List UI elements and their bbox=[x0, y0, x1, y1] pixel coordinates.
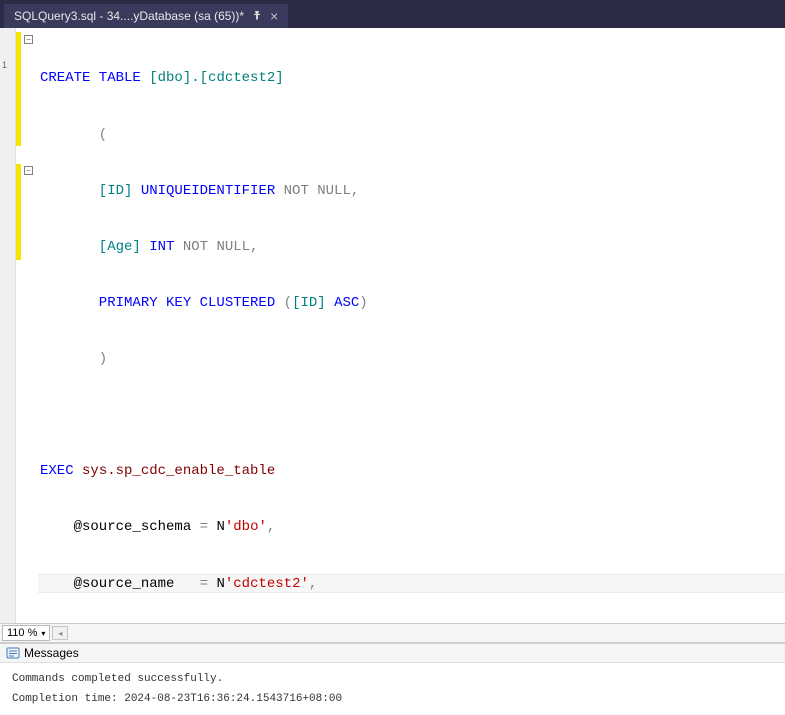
zoom-value: 110 % bbox=[7, 627, 37, 639]
fold-icon[interactable]: − bbox=[24, 35, 33, 44]
code-line-current: @source_name = N'cdctest2', bbox=[38, 574, 785, 593]
change-marker bbox=[16, 32, 21, 146]
code-pane[interactable]: CREATE TABLE [dbo].[cdctest2] ( [ID] UNI… bbox=[38, 28, 785, 631]
change-marker bbox=[16, 164, 21, 260]
tab-bar: SQLQuery3.sql - 34....yDatabase (sa (65)… bbox=[0, 0, 785, 28]
chevron-down-icon: ▾ bbox=[41, 629, 45, 638]
messages-body: Commands completed successfully. Complet… bbox=[0, 663, 785, 715]
code-line: EXEC sys.sp_cdc_enable_table bbox=[38, 462, 785, 481]
line-gutter: 1 bbox=[0, 28, 16, 631]
messages-icon bbox=[6, 646, 20, 660]
message-line: Completion time: 2024-08-23T16:36:24.154… bbox=[12, 689, 773, 709]
messages-tab[interactable]: Messages bbox=[0, 644, 785, 663]
messages-tab-label: Messages bbox=[24, 646, 79, 660]
code-line: CREATE TABLE [dbo].[cdctest2] bbox=[38, 69, 785, 88]
close-icon[interactable]: × bbox=[270, 9, 278, 23]
line-number: 1 bbox=[2, 60, 7, 70]
active-tab[interactable]: SQLQuery3.sql - 34....yDatabase (sa (65)… bbox=[4, 4, 288, 28]
scroll-left-icon[interactable]: ◂ bbox=[52, 626, 68, 640]
code-line: [Age] INT NOT NULL, bbox=[38, 238, 785, 257]
code-line: [ID] UNIQUEIDENTIFIER NOT NULL, bbox=[38, 182, 785, 201]
messages-panel: Messages Commands completed successfully… bbox=[0, 643, 785, 711]
zoom-selector[interactable]: 110 % ▾ bbox=[2, 625, 50, 641]
message-line: Commands completed successfully. bbox=[12, 669, 773, 689]
editor-footer-bar: 110 % ▾ ◂ bbox=[0, 623, 785, 643]
code-line: ( bbox=[38, 126, 785, 145]
code-editor[interactable]: 1 − − CREATE TABLE [dbo].[cdctest2] ( [I… bbox=[0, 28, 785, 631]
code-line bbox=[38, 406, 785, 425]
tab-title: SQLQuery3.sql - 34....yDatabase (sa (65)… bbox=[14, 9, 244, 23]
code-line: ) bbox=[38, 350, 785, 369]
outline-gutter: − − bbox=[16, 28, 38, 631]
fold-icon[interactable]: − bbox=[24, 166, 33, 175]
pin-icon[interactable] bbox=[252, 10, 262, 23]
code-line: @source_schema = N'dbo', bbox=[38, 518, 785, 537]
code-line: PRIMARY KEY CLUSTERED ([ID] ASC) bbox=[38, 294, 785, 313]
